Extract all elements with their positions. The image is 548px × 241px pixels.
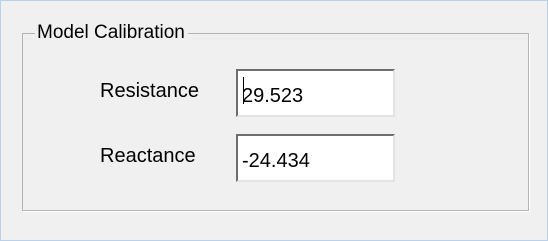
reactance-label: Reactance	[100, 145, 196, 167]
resistance-input[interactable]	[236, 69, 395, 117]
text-caret	[243, 77, 244, 104]
groupbox-title: Model Calibration	[35, 21, 188, 45]
model-calibration-groupbox: Model Calibration	[22, 21, 529, 211]
resistance-label: Resistance	[100, 80, 199, 102]
dialog-window: Model Calibration Resistance Reactance	[0, 0, 548, 241]
reactance-input[interactable]	[236, 134, 395, 182]
